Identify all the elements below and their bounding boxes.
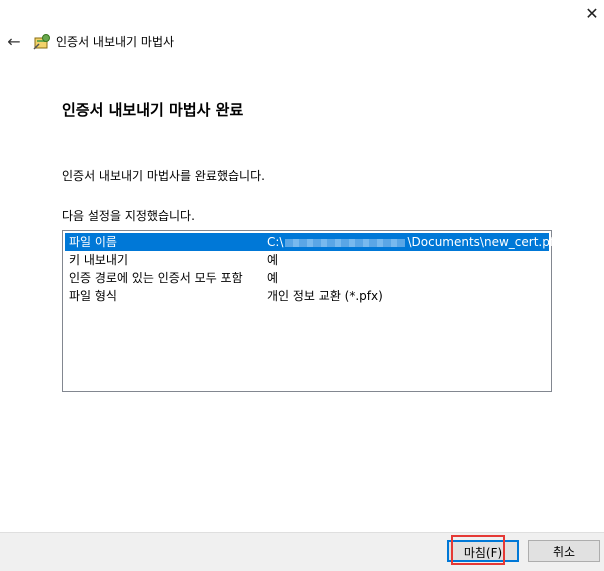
close-button[interactable]: ✕: [580, 2, 604, 26]
settings-row-file-name[interactable]: 파일 이름 C:\ \Documents\new_cert.pfx: [65, 233, 561, 251]
settings-row-file-format[interactable]: 파일 형식 개인 정보 교환 (*.pfx): [65, 287, 549, 305]
file-path-prefix: C:\: [267, 235, 284, 249]
cancel-button[interactable]: 취소: [528, 540, 600, 562]
setting-key: 파일 형식: [69, 289, 117, 303]
setting-value: 개인 정보 교환 (*.pfx): [267, 289, 383, 303]
page-title: 인증서 내보내기 마법사 완료: [62, 101, 244, 119]
file-path-suffix: \Documents\new_cert.pfx: [407, 235, 562, 249]
setting-value: 예: [267, 253, 279, 267]
certificate-wizard-icon: [33, 34, 50, 50]
back-button[interactable]: ←: [4, 32, 24, 52]
setting-value: 예: [267, 271, 279, 285]
setting-value: C:\ \Documents\new_cert.pfx: [267, 233, 561, 251]
window-title: 인증서 내보내기 마법사: [56, 35, 175, 49]
redacted-path-segment: [285, 238, 406, 247]
back-arrow-icon: ←: [7, 32, 21, 51]
finish-button[interactable]: 마침(F): [447, 540, 519, 562]
settings-row-include-all-certs[interactable]: 인증 경로에 있는 인증서 모두 포함 예: [65, 269, 549, 287]
setting-key: 파일 이름: [69, 235, 117, 249]
completion-message: 인증서 내보내기 마법사를 완료했습니다.: [62, 169, 265, 183]
settings-label: 다음 설정을 지정했습니다.: [62, 209, 195, 223]
setting-key: 인증 경로에 있는 인증서 모두 포함: [69, 271, 243, 285]
setting-key: 키 내보내기: [69, 253, 129, 267]
settings-list[interactable]: 파일 이름 C:\ \Documents\new_cert.pfx 키 내보내기 …: [62, 230, 561, 392]
close-icon: ✕: [585, 4, 599, 23]
settings-row-export-key[interactable]: 키 내보내기 예: [65, 251, 549, 269]
